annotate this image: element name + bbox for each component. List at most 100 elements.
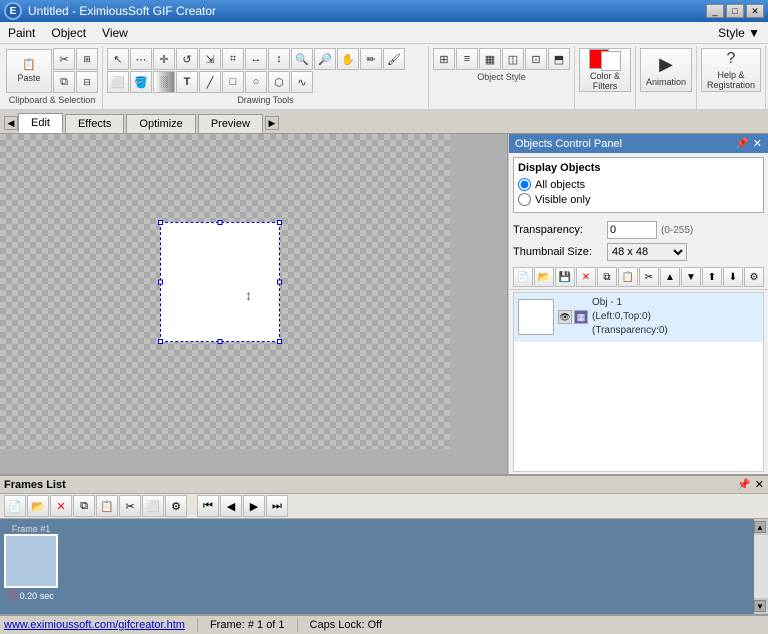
obj-move-top-button[interactable]: ⬆ [702, 267, 722, 287]
transparency-input[interactable] [607, 221, 657, 239]
obj-move-up-button[interactable]: ▲ [660, 267, 680, 287]
canvas-area[interactable]: ↕ [0, 134, 508, 474]
menu-object[interactable]: Object [43, 22, 94, 43]
obj-open-button[interactable]: 📂 [534, 267, 554, 287]
toolbar-section-objstyle: ⊞ ≡ ▦ ◫ ⊡ ⬒ Object Style [429, 46, 575, 109]
frame-item-1[interactable]: Frame #1 ⏱ 0.20 sec [4, 523, 58, 610]
thumbnail-dropdown[interactable]: 48 x 48 [607, 243, 687, 261]
panel-pin-button[interactable]: 📌 [735, 137, 749, 150]
select-all-button[interactable]: ⊞ [76, 48, 98, 70]
object-item[interactable]: 👁 ▦ Obj - 1 (Left:0,Top:0) (Transparency… [514, 293, 763, 342]
obj-style-4[interactable]: ◫ [502, 48, 524, 70]
move-tool-button[interactable]: ✛ [153, 48, 175, 70]
obj-style-1[interactable]: ⊞ [433, 48, 455, 70]
obj-move-bottom-button[interactable]: ⬇ [723, 267, 743, 287]
scroll-track[interactable] [754, 535, 768, 598]
color-filters-button[interactable]: Color &Filters [579, 48, 631, 92]
drawing-label: Drawing Tools [237, 95, 293, 107]
pan-button[interactable]: ✋ [337, 48, 359, 70]
text-button[interactable]: T [176, 71, 198, 93]
rect-button[interactable]: □ [222, 71, 244, 93]
frames-close-button[interactable]: ✕ [755, 478, 764, 491]
style-button[interactable]: Style ▼ [710, 24, 768, 42]
frame-1-thumb [4, 534, 58, 588]
obj-style-6[interactable]: ⬒ [548, 48, 570, 70]
flip-h-button[interactable]: ↔ [245, 48, 267, 70]
obj-delete-button[interactable]: ✕ [576, 267, 596, 287]
frame-move-last-button[interactable]: ⏭ [266, 495, 288, 517]
eraser-button[interactable]: ⬜ [107, 71, 129, 93]
obj-style-5[interactable]: ⊡ [525, 48, 547, 70]
frames-header: Frames List 📌 ✕ [0, 476, 768, 494]
close-button[interactable]: ✕ [746, 4, 764, 18]
brush-button[interactable]: 🖌 [383, 48, 405, 70]
statusbar: www.eximioussoft.com/gifcreator.htm Fram… [0, 614, 768, 634]
lasso-tool-button[interactable]: ⋯ [130, 48, 152, 70]
menu-view[interactable]: View [94, 22, 136, 43]
frame-copy-button[interactable]: ⧉ [73, 495, 95, 517]
frame-delete-button[interactable]: ✕ [50, 495, 72, 517]
frame-move-prev-button[interactable]: ◀ [220, 495, 242, 517]
frame-cut-button[interactable]: ✂ [119, 495, 141, 517]
tab-preview[interactable]: Preview [198, 114, 263, 133]
frame-move-first-button[interactable]: ⏮ [197, 495, 219, 517]
frame-new-button[interactable]: 📄 [4, 495, 26, 517]
gradient-button[interactable]: ░ [153, 71, 175, 93]
obj-settings-button[interactable]: ⚙ [744, 267, 764, 287]
tab-effects[interactable]: Effects [65, 114, 124, 133]
frames-scrollbar[interactable]: ▲ ▼ [754, 519, 768, 614]
deselect-button[interactable]: ⊟ [76, 71, 98, 93]
all-objects-option[interactable]: All objects [518, 178, 759, 191]
app-logo: E [4, 2, 22, 20]
minimize-button[interactable]: _ [706, 4, 724, 18]
cut-button[interactable]: ✂ [53, 48, 75, 70]
obj-cut-button[interactable]: ✂ [639, 267, 659, 287]
frame-blank-button[interactable]: ⬜ [142, 495, 164, 517]
canvas-white-box [160, 222, 280, 342]
help-button[interactable]: ? Help &Registration [701, 48, 761, 92]
frames-pin-button[interactable]: 📌 [737, 478, 751, 491]
flip-v-button[interactable]: ↕ [268, 48, 290, 70]
visible-only-radio[interactable] [518, 193, 531, 206]
zoom-out-button[interactable]: 🔎 [314, 48, 336, 70]
scroll-down[interactable]: ▼ [754, 600, 766, 612]
zoom-in-button[interactable]: 🔍 [291, 48, 313, 70]
obj-eye-icon[interactable]: 👁 [558, 310, 572, 324]
statusbar-url[interactable]: www.eximioussoft.com/gifcreator.htm [4, 619, 185, 631]
obj-save-button[interactable]: 💾 [555, 267, 575, 287]
frame-move-next-button[interactable]: ▶ [243, 495, 265, 517]
copy-button[interactable]: ⧉ [53, 71, 75, 93]
obj-copy-button[interactable]: ⧉ [597, 267, 617, 287]
all-objects-radio[interactable] [518, 178, 531, 191]
obj-paste-button[interactable]: 📋 [618, 267, 638, 287]
frame-paste-button[interactable]: 📋 [96, 495, 118, 517]
tab-prev[interactable]: ◀ [4, 116, 18, 130]
select-tool-button[interactable]: ↖ [107, 48, 129, 70]
rotate-tool-button[interactable]: ↺ [176, 48, 198, 70]
frames-toolbar: 📄 📂 ✕ ⧉ 📋 ✂ ⬜ ⚙ ⏮ ◀ ▶ ⏭ [0, 494, 768, 519]
crop-tool-button[interactable]: ⌗ [222, 48, 244, 70]
scroll-up[interactable]: ▲ [754, 521, 766, 533]
obj-add-button[interactable]: 📄 [513, 267, 533, 287]
menu-paint[interactable]: Paint [0, 22, 43, 43]
animation-button[interactable]: ▶ Animation [640, 48, 692, 92]
fill-button[interactable]: 🪣 [130, 71, 152, 93]
panel-close-button[interactable]: ✕ [753, 137, 762, 150]
polygon-button[interactable]: ⬡ [268, 71, 290, 93]
paste-button[interactable]: 📋 Paste [6, 49, 52, 93]
ellipse-button[interactable]: ○ [245, 71, 267, 93]
path-button[interactable]: ∿ [291, 71, 313, 93]
obj-move-down-button[interactable]: ▼ [681, 267, 701, 287]
frame-open-button[interactable]: 📂 [27, 495, 49, 517]
obj-style-3[interactable]: ▦ [479, 48, 501, 70]
tab-edit[interactable]: Edit [18, 113, 63, 133]
visible-only-option[interactable]: Visible only [518, 193, 759, 206]
line-button[interactable]: ╱ [199, 71, 221, 93]
tab-optimize[interactable]: Optimize [126, 114, 195, 133]
maximize-button[interactable]: □ [726, 4, 744, 18]
obj-style-2[interactable]: ≡ [456, 48, 478, 70]
tab-next[interactable]: ▶ [265, 116, 279, 130]
frame-props-button[interactable]: ⚙ [165, 495, 187, 517]
pencil-button[interactable]: ✏ [360, 48, 382, 70]
resize-tool-button[interactable]: ⇲ [199, 48, 221, 70]
